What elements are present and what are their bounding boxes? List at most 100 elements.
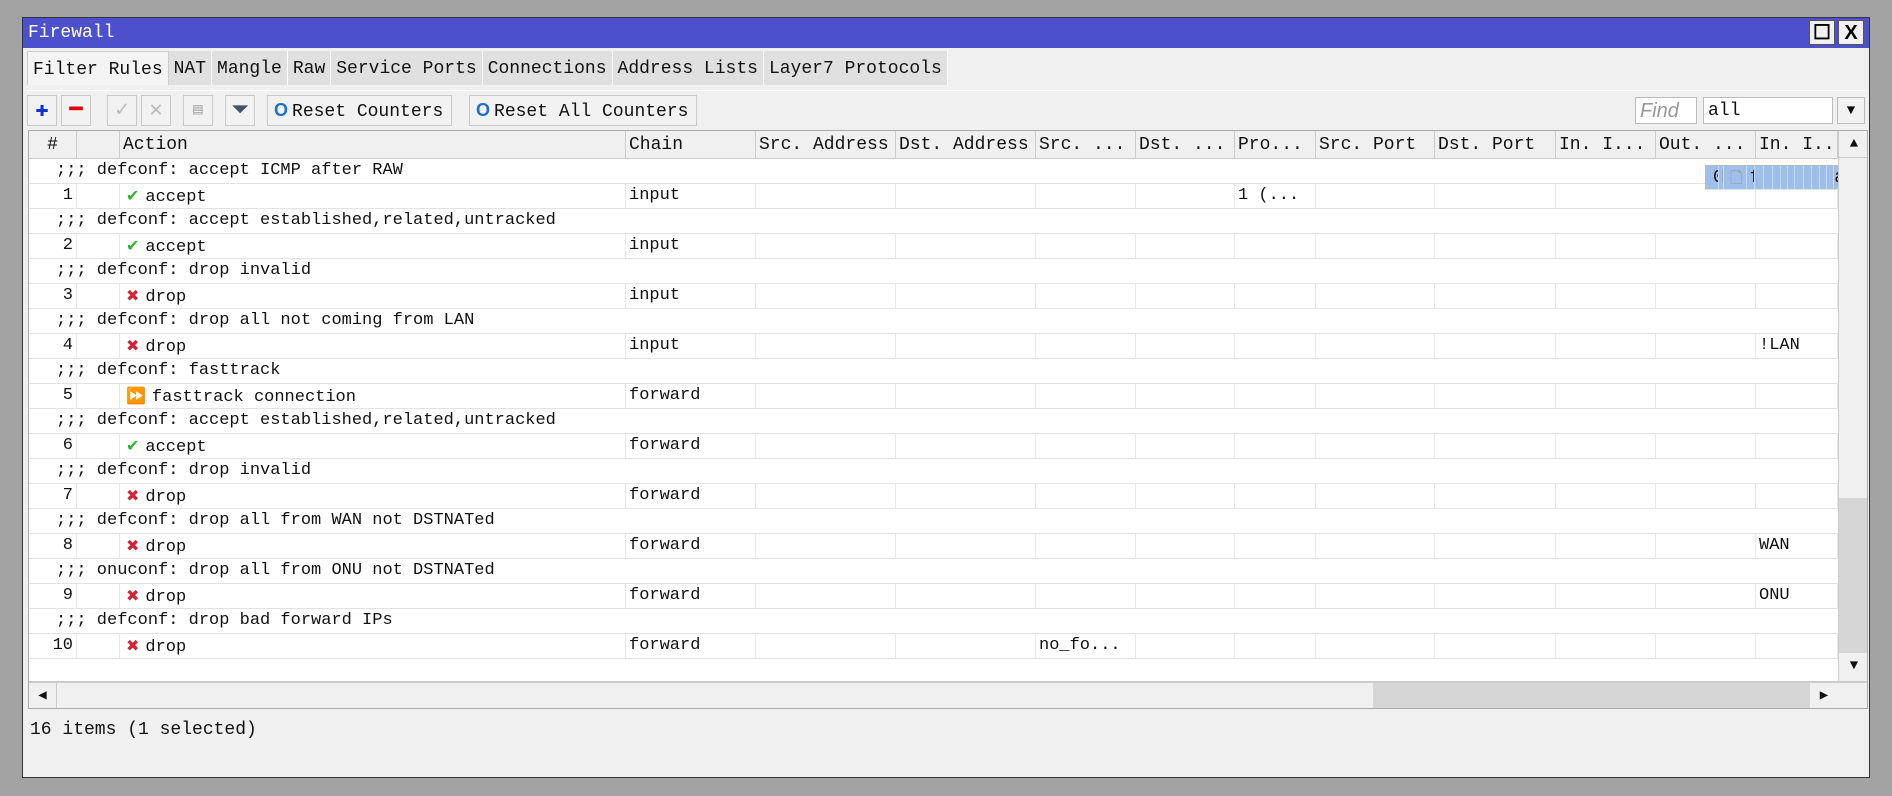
rule-chain: input — [626, 334, 756, 358]
table-cell — [1804, 166, 1812, 189]
column-header[interactable]: Src. Address — [756, 131, 896, 159]
table-row[interactable]: 1 ✔ accept input 1 (... — [29, 184, 1838, 209]
column-header[interactable]: Src. Port — [1316, 131, 1435, 159]
rule-chain: input — [626, 234, 756, 258]
rule-action: ✖ drop — [120, 634, 626, 658]
column-header[interactable]: In. I... — [1756, 131, 1838, 159]
rule-action: ✖ drop — [120, 534, 626, 558]
rule-action: ✖ drop — [120, 584, 626, 608]
action-label: drop — [145, 288, 187, 307]
rule-action: ✖ drop — [120, 284, 626, 308]
comment-icon[interactable]: ▤ — [183, 95, 213, 126]
comment-row[interactable]: ;;; defconf: drop all not coming from LA… — [29, 309, 1838, 334]
filter-icon[interactable]: ⏷ — [225, 95, 255, 126]
table-cell — [896, 434, 1036, 458]
horizontal-scroll-thumb[interactable] — [1373, 683, 1810, 708]
table-row[interactable]: 5 ⏩ fasttrack connection forward — [29, 384, 1838, 409]
tab-raw[interactable]: Raw — [287, 51, 332, 85]
tab-service-ports[interactable]: Service Ports — [331, 51, 483, 85]
table-cell — [1136, 184, 1235, 208]
comment-row[interactable]: ;;; defconf: accept established,related,… — [29, 409, 1838, 434]
table-row[interactable]: 6 ✔ accept forward — [29, 434, 1838, 459]
table-row[interactable]: 2 ✔ accept input — [29, 234, 1838, 259]
table-cell — [1756, 484, 1838, 508]
table-cell — [1235, 384, 1316, 408]
x-icon: ✖ — [126, 286, 140, 305]
table-row[interactable]: 8 ✖ drop forward WAN — [29, 534, 1838, 559]
table-cell — [1316, 634, 1435, 658]
column-header[interactable]: Dst. ... — [1136, 131, 1235, 159]
table-row[interactable]: 4 ✖ drop input !LAN — [29, 334, 1838, 359]
column-header[interactable]: Pro... — [1235, 131, 1316, 159]
x-icon: ✖ — [126, 586, 140, 605]
reset-all-counters-button[interactable]: O Reset All Counters — [469, 95, 698, 126]
table-cell — [1036, 534, 1136, 558]
scroll-right-icon[interactable]: ▶ — [1810, 683, 1838, 708]
column-header[interactable]: Dst. Address — [896, 131, 1036, 159]
add-icon[interactable]: ✚ — [27, 95, 57, 126]
table-cell — [1764, 166, 1774, 189]
table-row[interactable]: 0D🗋passthroughforward — [1705, 165, 1835, 190]
tab-address-lists[interactable]: Address Lists — [612, 51, 764, 85]
disable-icon[interactable]: ✕ — [141, 95, 171, 126]
column-header[interactable]: Action — [120, 131, 626, 159]
table-cell — [1316, 434, 1435, 458]
table-cell — [1235, 534, 1316, 558]
tab-layer7-protocols[interactable]: Layer7 Protocols — [763, 51, 948, 85]
column-header[interactable] — [77, 131, 120, 159]
table-cell — [1756, 384, 1838, 408]
rule-number: 1 — [29, 184, 77, 208]
tab-mangle[interactable]: Mangle — [212, 51, 288, 85]
comment-row[interactable]: ;;; defconf: drop bad forward IPs — [29, 609, 1838, 634]
comment-row[interactable]: ;;; defconf: drop invalid — [29, 459, 1838, 484]
comment-row[interactable]: ;;; onuconf: drop all from ONU not DSTNA… — [29, 559, 1838, 584]
table-cell: no_fo... — [1036, 634, 1136, 658]
scroll-up-icon[interactable]: ▲ — [1839, 131, 1867, 158]
rule-action: ✖ drop — [120, 484, 626, 508]
filter-select[interactable]: all — [1703, 97, 1833, 124]
column-header[interactable]: In. I... — [1556, 131, 1656, 159]
table-cell — [1136, 634, 1235, 658]
table-cell — [1556, 384, 1656, 408]
rule-chain: forward — [626, 534, 756, 558]
enable-icon[interactable]: ✓ — [107, 95, 137, 126]
rule-action: ✔ accept — [120, 184, 626, 208]
table-row[interactable]: 7 ✖ drop forward — [29, 484, 1838, 509]
table-cell — [1435, 384, 1556, 408]
rule-flag — [77, 434, 120, 458]
column-header[interactable]: # — [29, 131, 77, 159]
tab-connections[interactable]: Connections — [482, 51, 613, 85]
vertical-scrollbar[interactable]: ▼ ▲ ▼ — [1838, 131, 1867, 681]
tab-nat[interactable]: NAT — [168, 51, 213, 85]
rule-number: 8 — [29, 534, 77, 558]
column-header[interactable]: Chain — [626, 131, 756, 159]
dropdown-icon[interactable]: ▼ — [1837, 97, 1865, 124]
comment-row[interactable]: ;;; defconf: accept established,related,… — [29, 209, 1838, 234]
column-header[interactable]: Src. ... — [1036, 131, 1136, 159]
table-row[interactable]: 3 ✖ drop input — [29, 284, 1838, 309]
column-header[interactable]: Dst. Port — [1435, 131, 1556, 159]
reset-counters-button[interactable]: O Reset Counters — [267, 95, 453, 126]
comment-row[interactable]: ;;; defconf: drop all from WAN not DSTNA… — [29, 509, 1838, 534]
table-row[interactable]: 9 ✖ drop forward ONU — [29, 584, 1838, 609]
table-cell — [756, 484, 896, 508]
table-cell — [1036, 234, 1136, 258]
table-row[interactable]: 10 ✖ drop forward no_fo... — [29, 634, 1838, 659]
action-label: fasttrack connection — [151, 388, 356, 407]
vertical-scroll-thumb[interactable] — [1839, 498, 1867, 653]
horizontal-scrollbar[interactable]: ◀ ▶ — [29, 681, 1867, 708]
remove-icon[interactable]: ━ — [61, 95, 91, 126]
comment-row[interactable]: ;;; defconf: accept ICMP after RAW — [29, 159, 1838, 184]
comment-row[interactable]: ;;; defconf: drop invalid — [29, 259, 1838, 284]
scroll-left-icon[interactable]: ◀ — [29, 683, 57, 708]
tab-filter-rules[interactable]: Filter Rules — [27, 51, 169, 85]
find-input[interactable]: Find — [1635, 97, 1697, 124]
scroll-down-icon[interactable]: ▼ — [1839, 653, 1867, 680]
maximize-button[interactable]: ☐ — [1809, 20, 1835, 45]
table-cell — [1656, 384, 1756, 408]
table-cell — [1316, 284, 1435, 308]
table-cell — [1316, 484, 1435, 508]
column-header[interactable]: Out. ... — [1656, 131, 1756, 159]
comment-row[interactable]: ;;; defconf: fasttrack — [29, 359, 1838, 384]
close-button[interactable]: X — [1838, 20, 1864, 45]
